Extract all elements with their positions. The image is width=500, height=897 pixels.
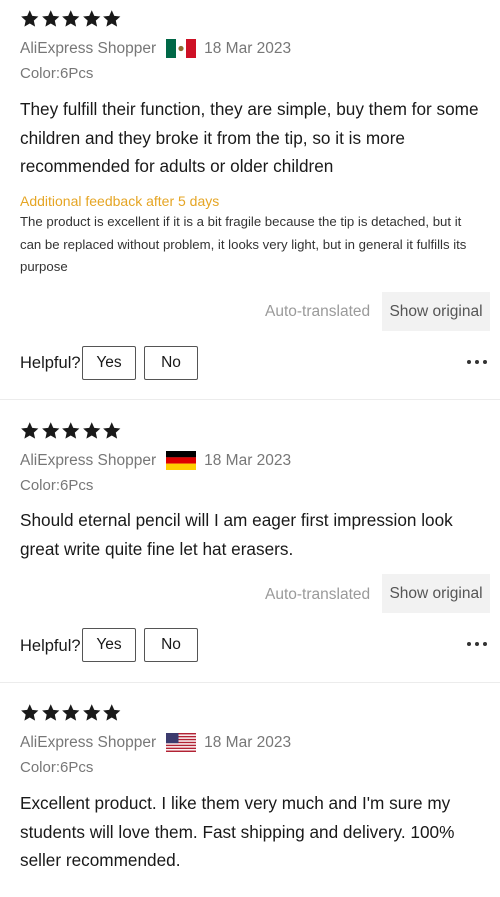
review-card: AliExpress Shopper 18 Mar 2023 Color:6Pc…: [0, 400, 500, 683]
review-date: 18 Mar 2023: [204, 39, 292, 57]
review-card: AliExpress Shopper 18 Mar 2023 Color:6Pc…: [0, 0, 500, 400]
author-name: AliExpress Shopper: [20, 733, 157, 751]
star-icon: [82, 10, 100, 27]
sku-color: Color:6Pcs: [20, 759, 94, 776]
helpful-label: Helpful?: [20, 637, 81, 655]
auto-translated-label: Auto-translated: [265, 303, 371, 320]
show-original-button[interactable]: Show original: [382, 574, 490, 613]
additional-feedback-title: Additional feedback after 5 days: [20, 193, 220, 209]
review-date: 18 Mar 2023: [204, 451, 292, 469]
helpful-yes-button[interactable]: Yes: [82, 346, 136, 380]
star-rating: [20, 703, 122, 723]
star-icon: [21, 10, 39, 27]
star-icon: [21, 422, 39, 439]
star-icon: [41, 704, 59, 721]
germany-flag-icon: [166, 451, 197, 470]
sku-color: Color:6Pcs: [20, 65, 94, 82]
show-original-button[interactable]: Show original: [382, 292, 490, 331]
star-icon: [41, 10, 59, 27]
star-icon: [62, 704, 80, 721]
mexico-flag-icon: [166, 39, 197, 58]
author-name: AliExpress Shopper: [20, 39, 157, 57]
star-icon: [21, 704, 39, 721]
auto-translated-label: Auto-translated: [265, 586, 371, 603]
review-meta: AliExpress Shopper 18 Mar 2023: [20, 451, 291, 470]
more-options-icon[interactable]: [467, 638, 487, 650]
review-meta: AliExpress Shopper 18 Mar 2023: [20, 733, 291, 752]
review-text: Should eternal pencil will I am eager fi…: [20, 510, 453, 559]
star-icon: [62, 10, 80, 27]
review-text: They fulfill their function, they are si…: [20, 99, 479, 176]
star-icon: [103, 704, 121, 721]
sku-color: Color:6Pcs: [20, 477, 94, 494]
review-card: AliExpress Shopper 18 Mar 2023 Color:6Pc…: [0, 683, 500, 897]
star-rating: [20, 9, 122, 29]
helpful-label: Helpful?: [20, 354, 81, 372]
star-rating: [20, 421, 122, 441]
star-icon: [82, 422, 100, 439]
helpful-yes-button[interactable]: Yes: [82, 628, 136, 662]
star-icon: [41, 422, 59, 439]
author-name: AliExpress Shopper: [20, 451, 157, 469]
usa-flag-icon: [166, 733, 197, 752]
review-meta: AliExpress Shopper 18 Mar 2023: [20, 39, 291, 58]
more-options-icon[interactable]: [467, 356, 487, 368]
star-icon: [62, 422, 80, 439]
star-icon: [82, 704, 100, 721]
star-icon: [103, 422, 121, 439]
helpful-no-button[interactable]: No: [144, 346, 198, 380]
star-icon: [103, 10, 121, 27]
review-text: Excellent product. I like them very much…: [20, 793, 455, 870]
additional-feedback-text: The product is excellent if it is a bit …: [20, 214, 467, 274]
helpful-no-button[interactable]: No: [144, 628, 198, 662]
review-date: 18 Mar 2023: [204, 733, 292, 751]
